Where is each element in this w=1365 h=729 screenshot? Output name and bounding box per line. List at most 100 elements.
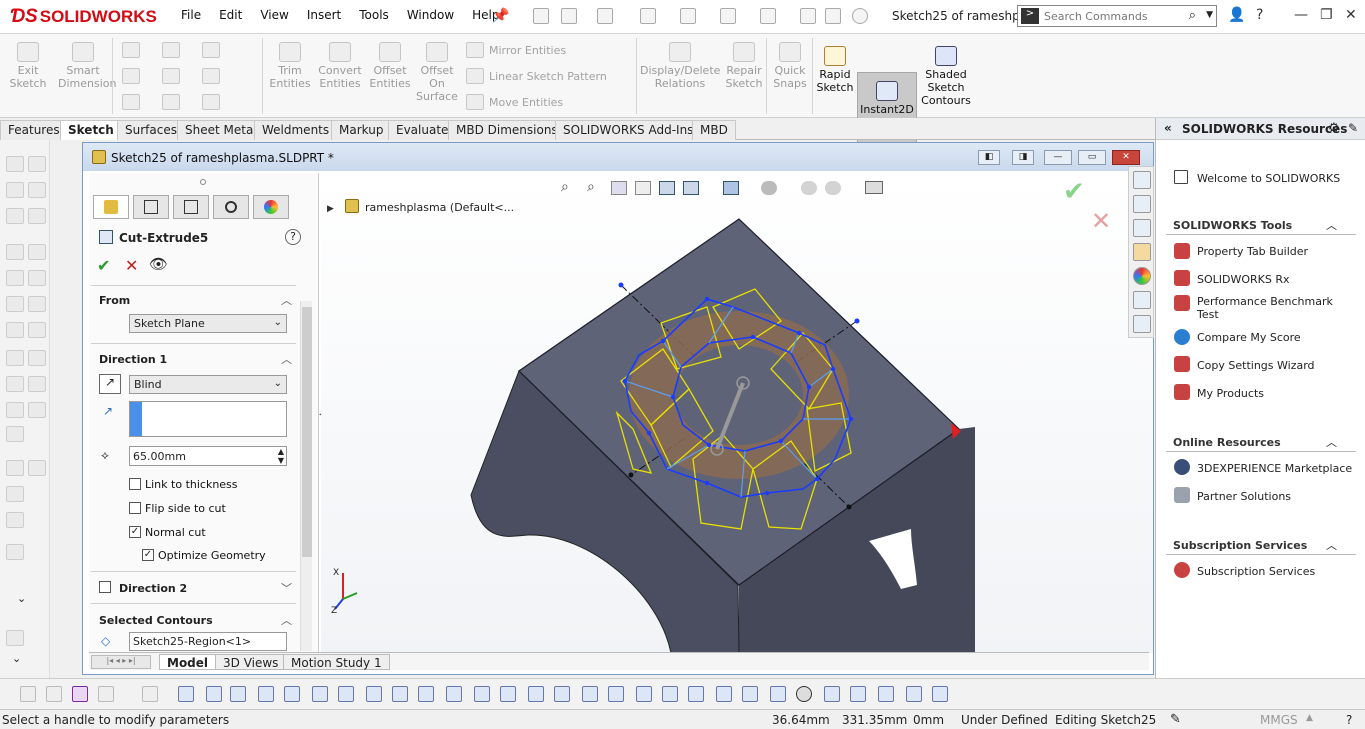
datum-target-icon[interactable]	[716, 686, 732, 702]
save-icon[interactable]	[640, 8, 656, 24]
design-library-icon[interactable]	[1133, 195, 1151, 213]
equal-icon[interactable]	[500, 686, 516, 702]
flip-side-checkbox[interactable]	[129, 502, 141, 514]
mirror-feature-icon[interactable]	[6, 512, 24, 528]
chevron-down-icon[interactable]: ⌄	[12, 652, 21, 665]
unit-system[interactable]: MMGS	[1260, 713, 1298, 727]
doc-minimize-icon[interactable]: —	[1044, 150, 1072, 165]
rebuild-icon[interactable]	[800, 8, 816, 24]
my-products-link[interactable]: My Products	[1197, 387, 1264, 400]
undo-icon[interactable]	[720, 8, 736, 24]
rectangle-icon[interactable]	[122, 68, 140, 84]
options-gear-icon[interactable]	[852, 8, 868, 24]
forum-icon[interactable]	[1133, 315, 1151, 333]
revolve-icon[interactable]	[6, 182, 24, 198]
filter-icon[interactable]	[20, 686, 36, 702]
tab-scroll-arrows-icon[interactable]: |◂ ◂ ▸ ▸|	[91, 655, 151, 669]
center-mark-icon[interactable]	[796, 686, 812, 702]
sketch-tool-icon[interactable]	[28, 296, 46, 312]
search-input[interactable]: > Search Commands ⌕ ▼	[1017, 5, 1217, 27]
vertical-icon[interactable]	[850, 686, 866, 702]
link-to-thickness-checkbox[interactable]	[129, 478, 141, 490]
appearances-icon[interactable]	[1133, 267, 1151, 285]
circle-icon[interactable]	[162, 42, 180, 58]
horizontal-icon[interactable]	[824, 686, 840, 702]
parallel-icon[interactable]	[554, 686, 570, 702]
tab-weldments[interactable]: Weldments	[254, 120, 338, 140]
depth-input[interactable]: 65.00mm ▲ ▼	[129, 446, 287, 466]
restore-icon[interactable]: ❐	[1320, 7, 1333, 23]
doc-restore-icon[interactable]: ▭	[1078, 150, 1106, 165]
draft-icon[interactable]	[6, 402, 24, 418]
dome-icon[interactable]	[6, 426, 24, 442]
chamfer-icon[interactable]	[6, 322, 24, 338]
quick-snaps-button[interactable]: Quick Snaps	[770, 42, 810, 90]
direction1-section-header[interactable]: Direction 1	[99, 353, 167, 366]
vertex-icon[interactable]	[366, 686, 382, 702]
select-arrow-icon[interactable]	[760, 8, 776, 24]
sketch-point[interactable]	[854, 318, 860, 324]
help-icon[interactable]: ?	[1346, 713, 1352, 727]
tab-mbd-dimensions[interactable]: MBD Dimensions	[448, 120, 566, 140]
point-icon[interactable]	[178, 686, 194, 702]
open-folder-icon[interactable]	[597, 8, 613, 24]
tab-sketch[interactable]: Sketch	[60, 120, 122, 140]
line-icon[interactable]	[122, 42, 140, 58]
tab-configuration[interactable]	[173, 195, 209, 219]
move-entities-button[interactable]: Move Entities	[489, 96, 563, 109]
selected-contours-header[interactable]: Selected Contours	[99, 614, 213, 627]
reference-geometry-icon[interactable]	[6, 544, 24, 560]
weld-symbol-icon[interactable]	[742, 686, 758, 702]
expand-chevron-icon[interactable]: ﹀	[281, 580, 292, 596]
tools-group-header[interactable]: SOLIDWORKS Tools	[1173, 219, 1292, 232]
polygon-icon[interactable]	[162, 94, 180, 110]
extrude-icon[interactable]	[6, 156, 24, 172]
sketch-tool-icon[interactable]	[28, 208, 46, 224]
cancel-x-icon[interactable]: ✕	[125, 256, 138, 275]
collapse-chevron-icon[interactable]: ︿	[281, 292, 292, 308]
hole-icon[interactable]	[6, 460, 24, 476]
tab-solidworks-add-ins[interactable]: SOLIDWORKS Add-Ins	[555, 120, 702, 140]
pierce-icon[interactable]	[906, 686, 922, 702]
fillet-icon[interactable]	[202, 94, 220, 110]
close-icon[interactable]: ✕	[1345, 7, 1357, 23]
new-document-icon[interactable]	[561, 8, 577, 24]
shaded-sketch-contours-button[interactable]: Shaded Sketch Contours	[920, 46, 972, 107]
selected-contours-list[interactable]: Sketch25-Region<1>	[129, 632, 287, 651]
scrollbar-thumb[interactable]	[302, 307, 312, 557]
sketch-tool-icon[interactable]	[28, 182, 46, 198]
tab-mbd[interactable]: MBD	[692, 120, 736, 140]
tangent-icon[interactable]	[446, 686, 462, 702]
3dexperience-marketplace-link[interactable]: 3DEXPERIENCE Marketplace	[1197, 462, 1352, 475]
sketch-tool-icon[interactable]	[28, 270, 46, 286]
rib-icon[interactable]	[6, 350, 24, 366]
solidworks-logo[interactable]: ƊS SOLIDWORKS	[10, 6, 157, 28]
text-note-icon[interactable]	[608, 686, 624, 702]
sketch-tool-icon[interactable]	[28, 376, 46, 392]
rapid-sketch-button[interactable]: Rapid Sketch	[814, 46, 856, 94]
fix-icon[interactable]	[528, 686, 544, 702]
home-icon[interactable]	[1133, 171, 1151, 189]
coincident-icon[interactable]	[392, 686, 408, 702]
sketch-point[interactable]	[846, 504, 852, 510]
midpoint-icon[interactable]	[206, 686, 222, 702]
performance-benchmark-link[interactable]: Performance Benchmark Test	[1197, 295, 1347, 321]
collapse-chevron-icon[interactable]: ︿	[281, 612, 292, 628]
home-icon[interactable]	[533, 8, 549, 24]
tab-3d-views[interactable]: 3D Views	[215, 654, 287, 670]
sketch-point[interactable]	[618, 282, 624, 288]
graphics-area[interactable]: ▶ rameshplasma (Default<... ⌕ ⌕ ✔ ✕ X Z	[321, 173, 1153, 653]
tab-surfaces[interactable]: Surfaces	[117, 120, 185, 140]
file-explorer-icon[interactable]	[1133, 219, 1151, 237]
tab-motion-study-1[interactable]: Motion Study 1	[283, 654, 390, 670]
plane-icon[interactable]	[338, 686, 354, 702]
pin-icon[interactable]: ✎	[1348, 121, 1358, 135]
online-resources-header[interactable]: Online Resources	[1173, 436, 1281, 449]
convert-entities-button[interactable]: Convert Entities	[316, 42, 364, 90]
display-delete-relations-button[interactable]: Display/Delete Relations	[640, 42, 720, 90]
sketch-point[interactable]	[628, 472, 634, 478]
solid-body-icon[interactable]	[284, 686, 300, 702]
repair-sketch-button[interactable]: Repair Sketch	[722, 42, 766, 90]
pattern-icon[interactable]	[6, 486, 24, 502]
angle-icon[interactable]	[662, 686, 678, 702]
